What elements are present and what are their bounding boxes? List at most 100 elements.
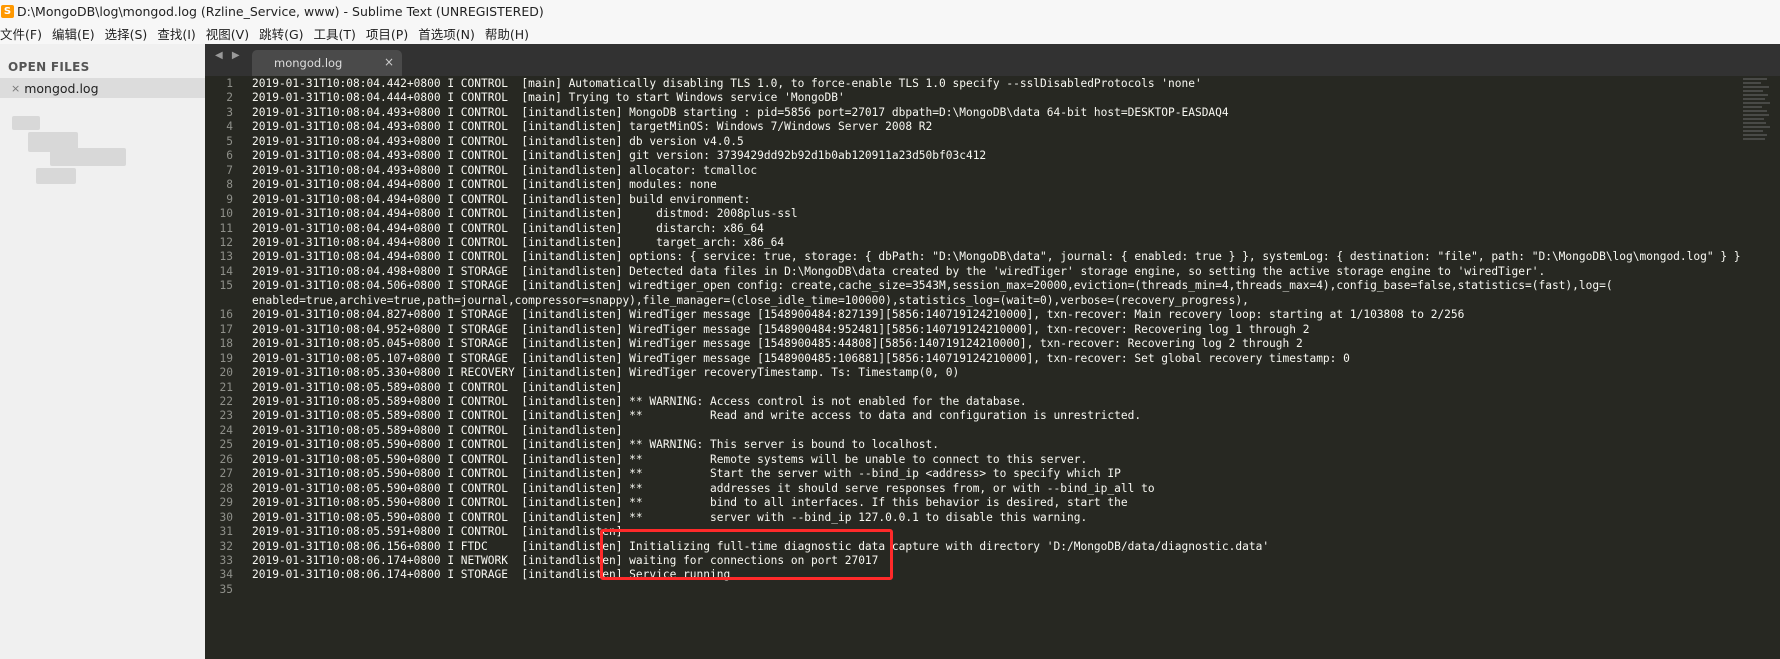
menu-view[interactable]: 视图(V) <box>206 24 254 43</box>
code-line[interactable]: 20 2019-01-31T10:08:05.330+0800 I RECOVER… <box>205 366 1745 380</box>
line-text[interactable]: 2019-01-31T10:08:04.506+0800 I STORAGE [… <box>252 279 1613 293</box>
menu-project[interactable]: 项目(P) <box>366 24 413 43</box>
code-line[interactable]: 30 2019-01-31T10:08:05.590+0800 I CONTROL… <box>205 511 1745 525</box>
line-text[interactable]: 2019-01-31T10:08:04.952+0800 I STORAGE [… <box>252 323 1309 337</box>
line-number: 22 <box>219 394 233 408</box>
editor-area[interactable]: 1 2019-01-31T10:08:04.442+0800 I CONTROL … <box>205 76 1780 659</box>
line-text[interactable]: 2019-01-31T10:08:05.590+0800 I CONTROL [… <box>252 482 1155 496</box>
menu-preferences[interactable]: 首选项(N) <box>418 24 480 43</box>
line-text[interactable]: 2019-01-31T10:08:05.045+0800 I STORAGE [… <box>252 337 1303 351</box>
line-text[interactable]: 2019-01-31T10:08:04.498+0800 I STORAGE [… <box>252 265 1545 279</box>
line-text[interactable]: 2019-01-31T10:08:04.493+0800 I CONTROL [… <box>252 135 744 149</box>
sidebar: OPEN FILES × mongod.log <box>0 44 205 659</box>
code-line[interactable]: 6 2019-01-31T10:08:04.493+0800 I CONTROL … <box>205 149 1745 163</box>
line-text[interactable]: 2019-01-31T10:08:04.494+0800 I CONTROL [… <box>252 178 717 192</box>
line-text[interactable]: 2019-01-31T10:08:04.827+0800 I STORAGE [… <box>252 308 1464 322</box>
code-line[interactable]: 34 2019-01-31T10:08:06.174+0800 I STORAGE… <box>205 568 1745 582</box>
line-text[interactable]: 2019-01-31T10:08:05.590+0800 I CONTROL [… <box>252 511 1087 525</box>
code-line[interactable]: 2 2019-01-31T10:08:04.444+0800 I CONTROL … <box>205 91 1745 105</box>
line-text[interactable]: 2019-01-31T10:08:05.591+0800 I CONTROL [… <box>252 525 622 539</box>
code-line[interactable]: 26 2019-01-31T10:08:05.590+0800 I CONTROL… <box>205 453 1745 467</box>
line-text[interactable]: 2019-01-31T10:08:04.494+0800 I CONTROL [… <box>252 222 764 236</box>
line-text[interactable]: 2019-01-31T10:08:04.444+0800 I CONTROL [… <box>252 91 845 105</box>
code-line[interactable]: enabled=true,archive=true,path=journal,c… <box>205 294 1745 308</box>
menu-file[interactable]: 文件(F) <box>0 24 47 43</box>
code-line[interactable]: 8 2019-01-31T10:08:04.494+0800 I CONTROL … <box>205 178 1745 192</box>
line-text[interactable]: 2019-01-31T10:08:04.493+0800 I CONTROL [… <box>252 149 986 163</box>
code-line[interactable]: 4 2019-01-31T10:08:04.493+0800 I CONTROL … <box>205 120 1745 134</box>
code-line[interactable]: 12 2019-01-31T10:08:04.494+0800 I CONTROL… <box>205 236 1745 250</box>
line-number: 9 <box>226 192 233 206</box>
code-line[interactable]: 17 2019-01-31T10:08:04.952+0800 I STORAGE… <box>205 323 1745 337</box>
sidebar-file-mongod-log[interactable]: × mongod.log <box>0 78 205 98</box>
line-text[interactable]: 2019-01-31T10:08:04.493+0800 I CONTROL [… <box>252 164 757 178</box>
code-line[interactable]: 31 2019-01-31T10:08:05.591+0800 I CONTROL… <box>205 525 1745 539</box>
code-line[interactable]: 35 <box>205 583 1745 597</box>
menu-edit[interactable]: 编辑(E) <box>52 24 100 43</box>
menu-help[interactable]: 帮助(H) <box>485 24 534 43</box>
menu-bar: 文件(F) 编辑(E) 选择(S) 查找(I) 视图(V) 跳转(G) 工具(T… <box>0 23 1780 44</box>
line-text[interactable]: 2019-01-31T10:08:04.493+0800 I CONTROL [… <box>252 106 1229 120</box>
line-number: 6 <box>226 149 233 163</box>
code-line[interactable]: 23 2019-01-31T10:08:05.589+0800 I CONTROL… <box>205 409 1745 423</box>
title-bar: S D:\MongoDB\log\mongod.log (Rzline_Serv… <box>0 0 1780 23</box>
line-text[interactable]: 2019-01-31T10:08:05.589+0800 I CONTROL [… <box>252 409 1141 423</box>
code-line[interactable]: 11 2019-01-31T10:08:04.494+0800 I CONTROL… <box>205 222 1745 236</box>
code-line[interactable]: 25 2019-01-31T10:08:05.590+0800 I CONTROL… <box>205 438 1745 452</box>
tab-nav-arrows-icon[interactable]: ◀ ▶ <box>215 50 243 61</box>
line-number: 8 <box>226 178 233 192</box>
code-line[interactable]: 19 2019-01-31T10:08:05.107+0800 I STORAGE… <box>205 352 1745 366</box>
code-view[interactable]: 1 2019-01-31T10:08:04.442+0800 I CONTROL … <box>205 77 1745 597</box>
line-text[interactable]: 2019-01-31T10:08:04.494+0800 I CONTROL [… <box>252 250 1741 264</box>
code-line[interactable]: 14 2019-01-31T10:08:04.498+0800 I STORAGE… <box>205 265 1745 279</box>
menu-tools[interactable]: 工具(T) <box>314 24 361 43</box>
line-text[interactable]: 2019-01-31T10:08:04.493+0800 I CONTROL [… <box>252 120 932 134</box>
code-line[interactable]: 21 2019-01-31T10:08:05.589+0800 I CONTROL… <box>205 381 1745 395</box>
code-line[interactable]: 10 2019-01-31T10:08:04.494+0800 I CONTROL… <box>205 207 1745 221</box>
line-text[interactable]: enabled=true,archive=true,path=journal,c… <box>252 294 1249 308</box>
line-text[interactable]: 2019-01-31T10:08:05.590+0800 I CONTROL [… <box>252 438 939 452</box>
code-line[interactable]: 22 2019-01-31T10:08:05.589+0800 I CONTROL… <box>205 395 1745 409</box>
code-line[interactable]: 28 2019-01-31T10:08:05.590+0800 I CONTROL… <box>205 482 1745 496</box>
code-line[interactable]: 18 2019-01-31T10:08:05.045+0800 I STORAGE… <box>205 337 1745 351</box>
code-line[interactable]: 32 2019-01-31T10:08:06.156+0800 I FTDC [i… <box>205 540 1745 554</box>
code-line[interactable]: 33 2019-01-31T10:08:06.174+0800 I NETWORK… <box>205 554 1745 568</box>
line-number: 31 <box>219 525 233 539</box>
close-icon[interactable]: × <box>11 82 20 95</box>
code-line[interactable]: 24 2019-01-31T10:08:05.589+0800 I CONTROL… <box>205 424 1745 438</box>
line-text[interactable]: 2019-01-31T10:08:04.442+0800 I CONTROL [… <box>252 77 1202 91</box>
line-number: 1 <box>226 77 233 90</box>
line-number: 19 <box>219 351 233 365</box>
line-text[interactable]: 2019-01-31T10:08:05.107+0800 I STORAGE [… <box>252 352 1350 366</box>
line-text[interactable]: 2019-01-31T10:08:04.494+0800 I CONTROL [… <box>252 207 798 221</box>
code-line[interactable]: 1 2019-01-31T10:08:04.442+0800 I CONTROL … <box>205 77 1745 91</box>
code-line[interactable]: 27 2019-01-31T10:08:05.590+0800 I CONTROL… <box>205 467 1745 481</box>
code-line[interactable]: 16 2019-01-31T10:08:04.827+0800 I STORAGE… <box>205 308 1745 322</box>
menu-selection[interactable]: 选择(S) <box>105 24 153 43</box>
minimap[interactable] <box>1743 78 1771 148</box>
line-text[interactable]: 2019-01-31T10:08:05.589+0800 I CONTROL [… <box>252 395 1027 409</box>
line-text[interactable]: 2019-01-31T10:08:05.589+0800 I CONTROL [… <box>252 381 622 395</box>
menu-find[interactable]: 查找(I) <box>157 24 200 43</box>
line-text[interactable]: 2019-01-31T10:08:05.590+0800 I CONTROL [… <box>252 467 1121 481</box>
code-line[interactable]: 3 2019-01-31T10:08:04.493+0800 I CONTROL … <box>205 106 1745 120</box>
tab-label: mongod.log <box>274 56 343 70</box>
line-number: 35 <box>219 582 233 596</box>
line-text[interactable]: 2019-01-31T10:08:05.590+0800 I CONTROL [… <box>252 496 1128 510</box>
code-line[interactable]: 29 2019-01-31T10:08:05.590+0800 I CONTROL… <box>205 496 1745 510</box>
blurred-content <box>12 116 40 130</box>
tab-mongod-log[interactable]: mongod.log × <box>252 50 402 76</box>
code-line[interactable]: 9 2019-01-31T10:08:04.494+0800 I CONTROL … <box>205 193 1745 207</box>
code-line[interactable]: 7 2019-01-31T10:08:04.493+0800 I CONTROL … <box>205 164 1745 178</box>
line-text[interactable]: 2019-01-31T10:08:05.589+0800 I CONTROL [… <box>252 424 622 438</box>
code-line[interactable]: 15 2019-01-31T10:08:04.506+0800 I STORAGE… <box>205 279 1745 293</box>
line-text[interactable]: 2019-01-31T10:08:04.494+0800 I CONTROL [… <box>252 236 784 250</box>
tab-close-icon[interactable]: × <box>384 55 394 69</box>
menu-goto[interactable]: 跳转(G) <box>259 24 308 43</box>
line-text[interactable]: 2019-01-31T10:08:05.330+0800 I RECOVERY … <box>252 366 959 380</box>
code-line[interactable]: 5 2019-01-31T10:08:04.493+0800 I CONTROL … <box>205 135 1745 149</box>
line-text[interactable]: 2019-01-31T10:08:04.494+0800 I CONTROL [… <box>252 193 750 207</box>
line-number: 5 <box>226 134 233 148</box>
line-text[interactable]: 2019-01-31T10:08:05.590+0800 I CONTROL [… <box>252 453 1087 467</box>
code-line[interactable]: 13 2019-01-31T10:08:04.494+0800 I CONTROL… <box>205 250 1745 264</box>
